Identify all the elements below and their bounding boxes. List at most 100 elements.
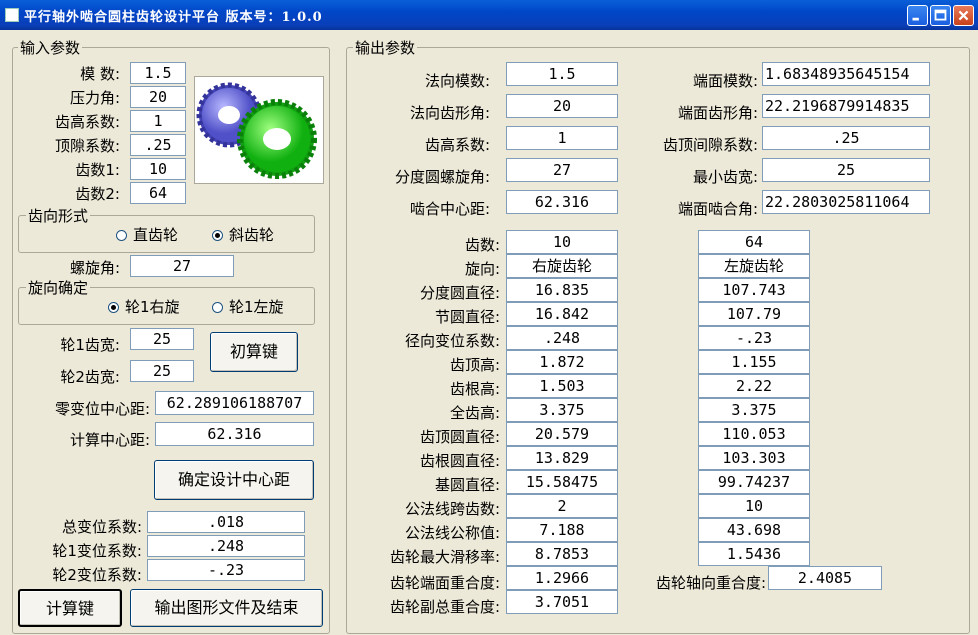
module-label: 模 数: [80,65,120,83]
spur-label: 直齿轮 [133,226,179,244]
z1-label: 齿数1: [75,161,120,179]
normal-module-field: 1.5 [506,62,618,86]
total-shift-label: 总变位系数: [61,518,142,536]
initial-calc-button[interactable]: 初算键 [210,332,298,372]
gear2-value: 左旋齿轮 [698,254,810,278]
helical-radio-dot [212,230,223,241]
gear2-value: 99.74237 [698,470,810,494]
clearance-field[interactable]: .25 [130,134,186,156]
z1-field[interactable]: 10 [130,158,186,180]
calc-center-label: 计算中心距: [69,431,150,449]
center-label: 啮合中心距: [409,200,490,218]
hand-legend: 旋向确定 [26,277,91,298]
addendum-coef-label: 齿高系数: [424,136,490,154]
gear-row-label: 径向变位系数: [404,332,500,350]
gear1-value: 1.503 [506,374,618,398]
clearance-label: 顶隙系数: [54,137,120,155]
gear-row-label: 分度圆直径: [419,284,500,302]
total-contact-label: 齿轮副总重合度: [389,598,500,616]
maximize-button[interactable] [930,5,951,26]
gear2-value: 1.5436 [698,542,810,566]
gear2-value: 43.698 [698,518,810,542]
clearance-coef-label: 齿顶间隙系数: [662,136,758,154]
gear1-value: 3.375 [506,398,618,422]
gear1-value: .248 [506,326,618,350]
transverse-contact-field: 1.2966 [506,566,618,590]
gear1-value: 2 [506,494,618,518]
gear-row-label: 齿轮最大滑移率: [389,548,500,566]
helix-field[interactable]: 27 [130,255,234,277]
z2-field[interactable]: 64 [130,182,186,204]
transverse-mesh-label: 端面啮合角: [677,200,758,218]
transverse-angle-label: 端面齿形角: [677,104,758,122]
module-field[interactable]: 1.5 [130,62,186,84]
z2-label: 齿数2: [75,185,120,203]
b1-label: 轮1齿宽: [60,336,120,354]
helical-label: 斜齿轮 [229,226,275,244]
gear1-left-radio[interactable]: 轮1左旋 [212,296,284,317]
calculate-button[interactable]: 计算键 [18,589,122,627]
gear-row-label: 齿数: [464,236,500,254]
helix-angle-label: 分度圆螺旋角: [394,168,490,186]
spur-radio-dot [116,230,127,241]
total-contact-field: 3.7051 [506,590,618,614]
tooth-form-legend: 齿向形式 [26,205,91,226]
helix-label: 螺旋角: [69,259,120,277]
gear-image [194,76,324,184]
shift1-label: 轮1变位系数: [52,542,142,560]
close-button[interactable] [953,5,974,26]
gear-row-label: 节圆直径: [434,308,500,326]
transverse-mesh-field: 22.2803025811064 [762,190,930,214]
axial-contact-label: 齿轮轴向重合度: [655,574,766,592]
gear2-value: 10 [698,494,810,518]
left-label: 轮1左旋 [229,298,284,316]
shift1-field[interactable]: .248 [147,535,305,557]
zero-center-label: 零变位中心距: [54,400,150,418]
gear1-value: 右旋齿轮 [506,254,618,278]
gear-row-label: 齿顶圆直径: [419,428,500,446]
gear-row-label: 基圆直径: [434,476,500,494]
app-icon [5,8,19,22]
addendum-coef-field: 1 [506,126,618,150]
gear1-right-radio[interactable]: 轮1右旋 [108,296,180,317]
transverse-module-label: 端面模数: [692,72,758,90]
confirm-center-button[interactable]: 确定设计中心距 [154,460,314,500]
axial-contact-field: 2.4085 [768,566,882,590]
gear2-value: 107.79 [698,302,810,326]
min-width-label: 最小齿宽: [692,168,758,186]
spur-radio[interactable]: 直齿轮 [116,224,178,245]
zero-center-field[interactable]: 62.289106188707 [155,391,314,415]
transverse-module-field: 1.68348935645154 [762,62,930,86]
addendum-field[interactable]: 1 [130,110,186,132]
title-bar: 平行轴外啮合圆柱齿轮设计平台 版本号：1.0.0 [0,0,978,30]
helix-angle-field: 27 [506,158,618,182]
gear-row-label: 旋向: [464,260,500,278]
b1-field[interactable]: 25 [130,328,194,350]
helical-radio[interactable]: 斜齿轮 [212,224,274,245]
clearance-coef-field: .25 [762,126,930,150]
input-legend: 输入参数 [18,37,83,58]
gear2-value: 3.375 [698,398,810,422]
right-radio-dot [108,302,119,313]
gear1-value: 1.872 [506,350,618,374]
output-legend: 输出参数 [353,37,418,58]
gear1-value: 7.188 [506,518,618,542]
gear1-value: 20.579 [506,422,618,446]
total-shift-field[interactable]: .018 [147,511,305,533]
normal-angle-field: 20 [506,94,618,118]
pressure-label: 压力角: [69,89,120,107]
gear-row-label: 全齿高: [449,404,500,422]
shift2-field[interactable]: -.23 [147,559,305,581]
gear1-value: 16.835 [506,278,618,302]
gear2-value: 64 [698,230,810,254]
normal-module-label: 法向模数: [424,72,490,90]
minimize-button[interactable] [907,5,928,26]
gear1-value: 8.7853 [506,542,618,566]
gear2-value: 103.303 [698,446,810,470]
calc-center-field[interactable]: 62.316 [155,422,314,446]
b2-field[interactable]: 25 [130,360,194,382]
window-title: 平行轴外啮合圆柱齿轮设计平台 版本号：1.0.0 [24,10,323,25]
pressure-field[interactable]: 20 [130,86,186,108]
normal-angle-label: 法向齿形角: [409,104,490,122]
export-exit-button[interactable]: 输出图形文件及结束 [130,589,323,627]
